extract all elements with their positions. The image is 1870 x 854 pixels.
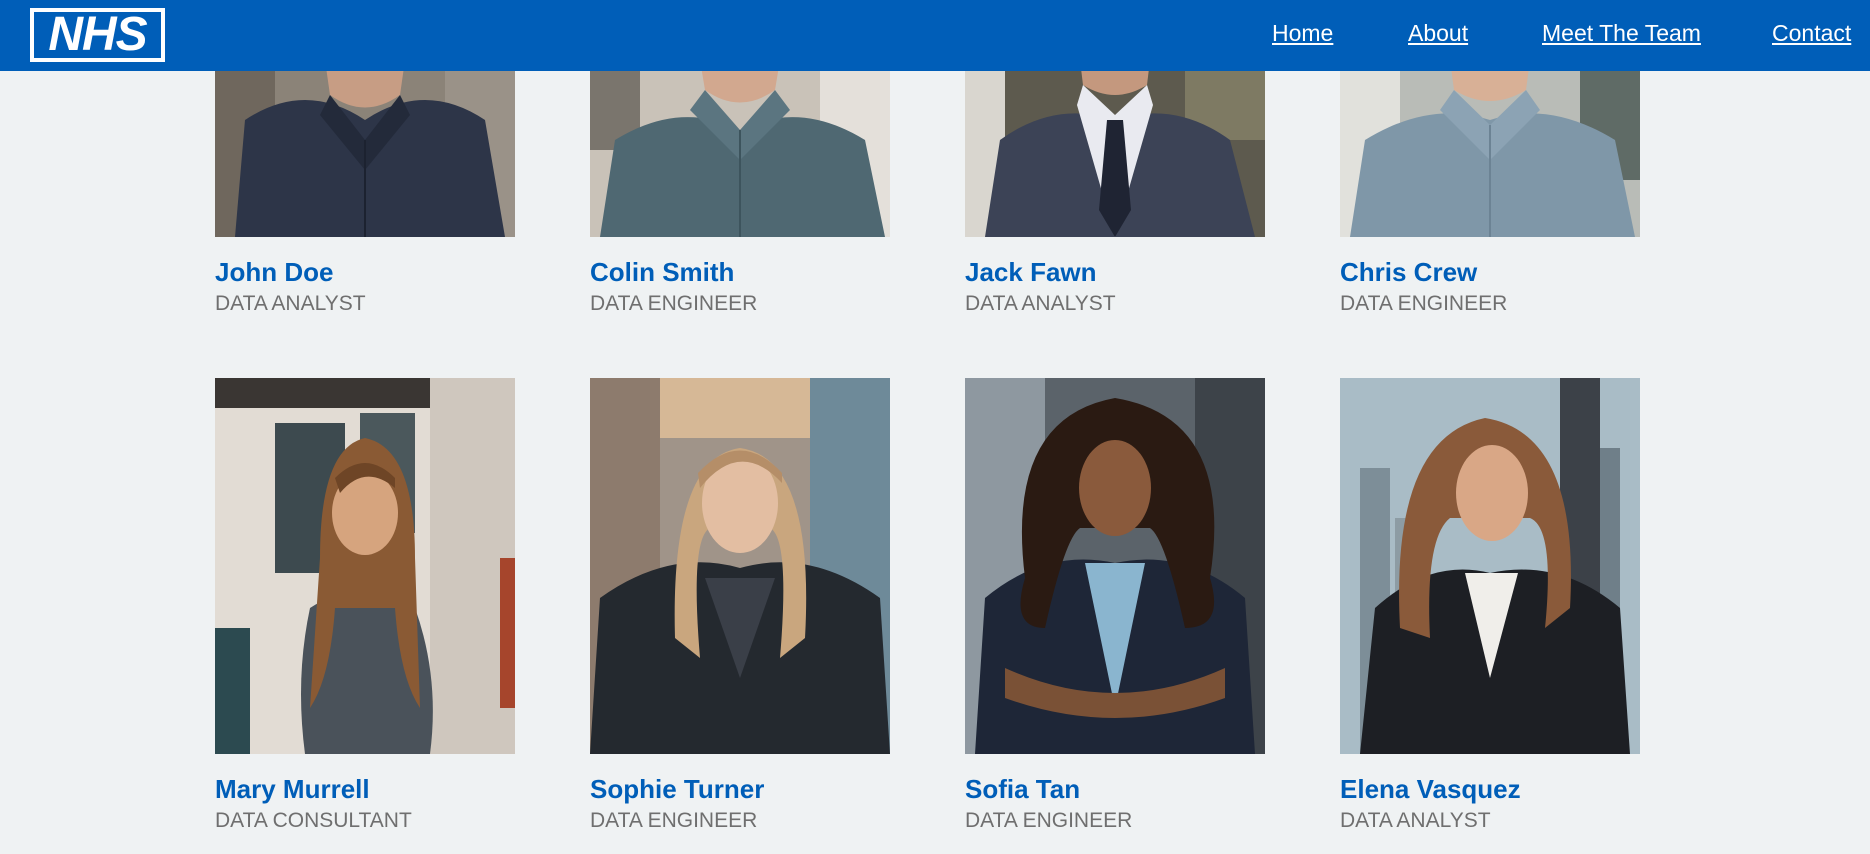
team-member-name[interactable]: John Doe bbox=[215, 257, 333, 288]
nav-about-link[interactable]: About bbox=[1408, 20, 1468, 47]
nhs-logo[interactable]: NHS bbox=[30, 8, 165, 62]
nav-contact-link[interactable]: Contact bbox=[1772, 20, 1851, 47]
team-card: Elena Vasquez DATA ANALYST bbox=[1340, 378, 1640, 838]
team-member-role: DATA ENGINEER bbox=[965, 809, 1133, 832]
team-card: Sofia Tan DATA ENGINEER bbox=[965, 378, 1265, 838]
team-member-name[interactable]: Elena Vasquez bbox=[1340, 774, 1521, 805]
team-member-name[interactable]: Mary Murrell bbox=[215, 774, 370, 805]
team-member-role: DATA CONSULTANT bbox=[215, 809, 412, 832]
team-member-photo bbox=[215, 60, 515, 237]
team-member-photo bbox=[965, 60, 1265, 237]
team-member-role: DATA ANALYST bbox=[965, 292, 1116, 315]
team-member-name[interactable]: Jack Fawn bbox=[965, 257, 1097, 288]
team-member-photo bbox=[590, 60, 890, 237]
team-member-role: DATA ENGINEER bbox=[1340, 292, 1508, 315]
team-member-photo bbox=[1340, 378, 1640, 754]
team-member-name[interactable]: Chris Crew bbox=[1340, 257, 1477, 288]
team-member-name[interactable]: Colin Smith bbox=[590, 257, 734, 288]
team-card: Sophie Turner DATA ENGINEER bbox=[590, 378, 890, 838]
team-member-role: DATA ANALYST bbox=[1340, 809, 1491, 832]
team-member-photo bbox=[965, 378, 1265, 754]
team-member-photo bbox=[590, 378, 890, 754]
team-member-name[interactable]: Sophie Turner bbox=[590, 774, 764, 805]
header-bar: NHS Home About Meet The Team Contact bbox=[0, 0, 1870, 71]
team-member-photo bbox=[215, 378, 515, 754]
page: NHS Home About Meet The Team Contact Joh… bbox=[0, 0, 1870, 854]
nav-meet-the-team-link[interactable]: Meet The Team bbox=[1542, 20, 1701, 47]
team-member-name[interactable]: Sofia Tan bbox=[965, 774, 1080, 805]
team-member-role: DATA ANALYST bbox=[215, 292, 366, 315]
nav-home-link[interactable]: Home bbox=[1272, 20, 1333, 47]
team-member-photo bbox=[1340, 60, 1640, 237]
logo-text: NHS bbox=[48, 12, 147, 58]
team-member-role: DATA ENGINEER bbox=[590, 292, 758, 315]
team-card: Mary Murrell DATA CONSULTANT bbox=[215, 378, 515, 838]
team-member-role: DATA ENGINEER bbox=[590, 809, 758, 832]
